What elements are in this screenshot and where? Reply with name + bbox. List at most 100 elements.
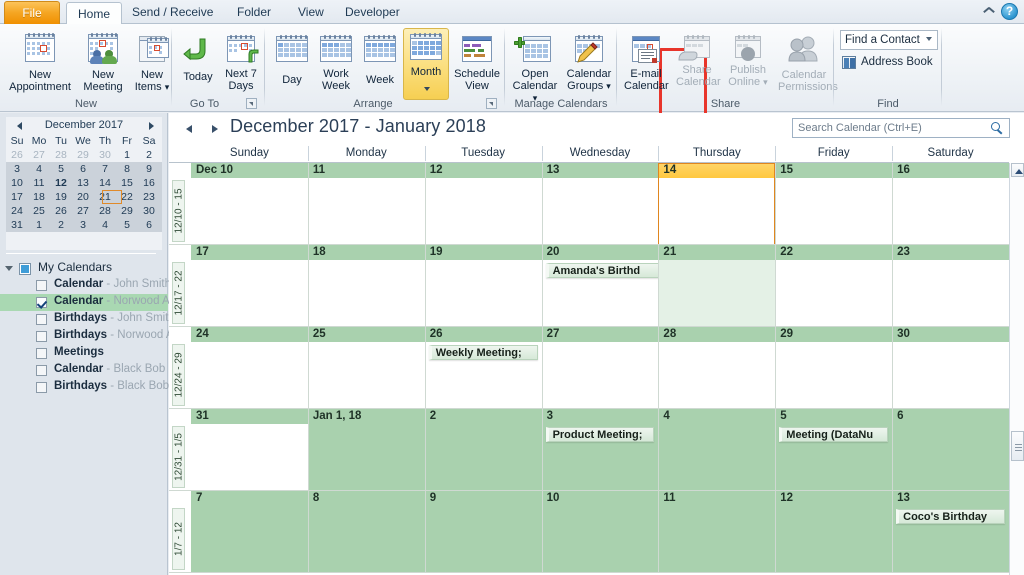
mini-calendar-day[interactable]: 2 (138, 148, 160, 162)
mini-calendar-day[interactable]: 6 (138, 218, 160, 232)
mini-calendar-day[interactable]: 8 (116, 162, 138, 176)
mini-calendar-day[interactable]: 26 (50, 204, 72, 218)
day-body[interactable] (775, 178, 893, 245)
mini-calendar-prev-icon[interactable] (14, 120, 25, 131)
new-meeting-button[interactable]: New Meeting (78, 28, 128, 96)
mini-calendar-day[interactable]: 6 (72, 162, 94, 176)
day-body[interactable] (658, 178, 776, 245)
calendar-day-cell[interactable]: 10 (541, 491, 659, 573)
mini-calendar[interactable]: December 2017 Su Mo Tu We Th Fr Sa 26 27 2… (6, 117, 162, 250)
arrange-dialog-launcher[interactable] (486, 98, 497, 109)
day-body[interactable] (424, 424, 542, 491)
mini-calendar-day[interactable]: 23 (138, 190, 160, 204)
scroll-thumb[interactable] (1011, 431, 1024, 461)
calendar-vertical-scrollbar[interactable] (1009, 163, 1024, 575)
mini-calendar-day[interactable]: 10 (6, 176, 28, 190)
work-week-view-button[interactable]: Work Week (315, 28, 357, 96)
day-body[interactable] (307, 342, 425, 409)
mini-calendar-day[interactable]: 3 (6, 162, 28, 176)
day-body[interactable] (424, 506, 542, 573)
appointment-item[interactable]: Coco's Birthday (896, 509, 1005, 524)
calendar-day-cell[interactable]: 26 (424, 327, 542, 409)
calendar-day-cell[interactable]: 13 (541, 163, 659, 245)
calendar-checkbox[interactable] (36, 365, 47, 376)
calendar-checkbox[interactable] (36, 348, 47, 359)
day-body[interactable] (892, 424, 1009, 491)
calendar-day-cell[interactable]: 17 (191, 245, 308, 327)
tab-home[interactable]: Home (66, 2, 123, 25)
today-button[interactable]: Today (178, 28, 218, 96)
day-body[interactable] (658, 506, 776, 573)
tab-file[interactable]: File (4, 1, 60, 24)
tab-folder[interactable]: Folder (226, 2, 282, 24)
mini-calendar-day[interactable]: 15 (116, 176, 138, 190)
calendar-list-item[interactable]: Birthdays - John Smith (0, 311, 175, 328)
mini-calendar-day[interactable]: 28 (50, 148, 72, 162)
month-dropdown-caret-icon[interactable] (424, 87, 430, 91)
calendar-day-cell[interactable]: 19 (424, 245, 542, 327)
mini-calendar-day[interactable]: 13 (72, 176, 94, 190)
day-body[interactable] (658, 424, 776, 491)
day-body[interactable] (307, 424, 425, 491)
schedule-view-button[interactable]: Schedule View (451, 28, 503, 96)
day-body[interactable] (191, 178, 308, 245)
mini-calendar-day[interactable]: 26 (6, 148, 28, 162)
calendar-day-cell[interactable]: 30 (892, 327, 1009, 409)
day-body[interactable] (541, 178, 659, 245)
calendar-list-item[interactable]: Calendar - Norwood A (0, 294, 170, 311)
mini-calendar-next-icon[interactable] (147, 120, 158, 131)
day-body[interactable] (307, 260, 425, 327)
calendar-day-cell[interactable]: Jan 1, 18 (307, 409, 425, 491)
calendar-prev-icon[interactable] (182, 122, 196, 136)
mini-calendar-day[interactable]: 17 (6, 190, 28, 204)
calendar-list-item[interactable]: Birthdays - Norwood A (0, 328, 174, 345)
calendar-day-cell[interactable]: 16 (892, 163, 1009, 245)
day-body[interactable] (191, 260, 308, 327)
day-body[interactable] (892, 260, 1009, 327)
day-body[interactable] (424, 260, 542, 327)
mini-calendar-day[interactable]: 27 (28, 148, 50, 162)
day-body[interactable] (541, 506, 659, 573)
calendar-day-cell[interactable]: 14 (658, 163, 776, 245)
mini-calendar-day[interactable]: 4 (94, 218, 116, 232)
tab-view[interactable]: View (287, 2, 335, 24)
calendar-day-cell[interactable]: 21 (658, 245, 776, 327)
calendar-list-item[interactable]: Calendar - John Smith (0, 277, 171, 294)
chevron-up-icon[interactable] (983, 6, 995, 14)
calendar-day-cell[interactable]: 12 (775, 491, 893, 573)
mini-calendar-day[interactable]: 4 (28, 162, 50, 176)
calendar-day-cell[interactable]: 11 (307, 163, 425, 245)
mini-calendar-day[interactable]: 12 (50, 176, 72, 190)
search-calendar-input[interactable]: Search Calendar (Ctrl+E) (792, 118, 1010, 138)
calendar-day-cell[interactable]: 13 (892, 491, 1009, 573)
day-body[interactable] (775, 260, 893, 327)
calendar-day-cell[interactable]: 28 (658, 327, 776, 409)
calendar-day-cell[interactable]: 2 (424, 409, 542, 491)
mini-calendar-day[interactable]: 28 (94, 204, 116, 218)
calendar-day-cell[interactable]: 29 (775, 327, 893, 409)
mini-calendar-day[interactable]: 24 (6, 204, 28, 218)
open-calendar-button[interactable]: Open Calendar ▾ (509, 28, 561, 103)
day-body[interactable] (307, 178, 425, 245)
calendar-day-cell[interactable]: 22 (775, 245, 893, 327)
new-appointment-button[interactable]: New Appointment (4, 28, 76, 96)
calendar-checkbox[interactable] (36, 382, 47, 393)
mini-calendar-day[interactable]: 29 (72, 148, 94, 162)
tab-send-receive[interactable]: Send / Receive (121, 2, 224, 24)
day-body[interactable] (658, 342, 776, 409)
calendar-checkbox[interactable] (36, 331, 47, 342)
day-body[interactable] (775, 342, 893, 409)
mini-calendar-day[interactable]: 16 (138, 176, 160, 190)
search-icon[interactable] (991, 122, 1004, 135)
calendar-day-cell[interactable]: 8 (307, 491, 425, 573)
expand-triangle-icon[interactable] (5, 266, 13, 271)
calendar-next-icon[interactable] (208, 122, 222, 136)
mini-calendar-day[interactable]: 1 (116, 148, 138, 162)
calendar-day-cell[interactable]: 12 (424, 163, 542, 245)
calendar-day-cell[interactable]: 11 (658, 491, 776, 573)
mini-calendar-day[interactable]: 14 (94, 176, 116, 190)
mini-calendar-day[interactable]: 18 (28, 190, 50, 204)
mini-calendar-day[interactable]: 20 (72, 190, 94, 204)
calendar-day-cell[interactable]: 25 (307, 327, 425, 409)
month-view-button[interactable]: Month (403, 28, 449, 100)
